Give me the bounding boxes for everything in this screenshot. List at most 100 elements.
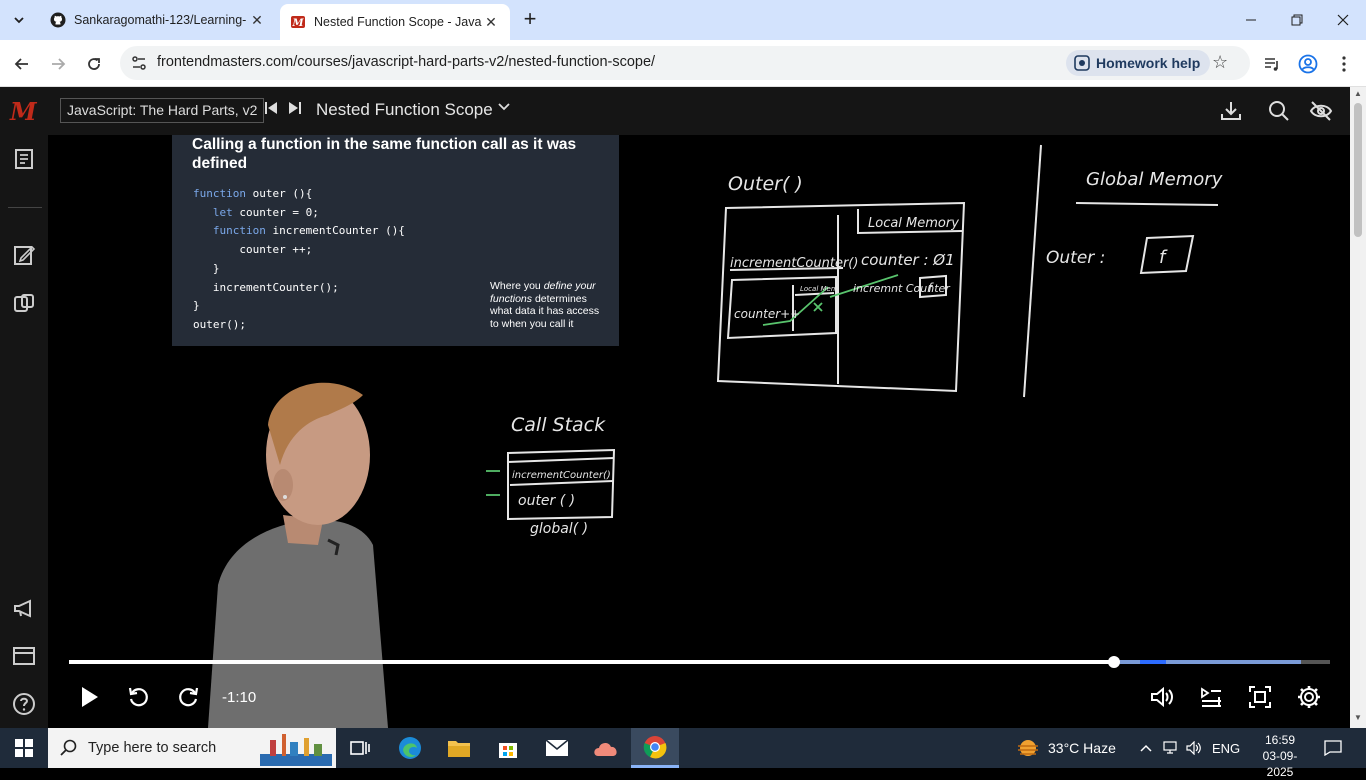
store-app[interactable]	[484, 728, 532, 768]
new-tab-button[interactable]: +	[518, 8, 542, 32]
local-memory-label: Local Memory	[868, 216, 959, 231]
settings-button[interactable]	[1296, 684, 1322, 710]
lesson-title[interactable]: Nested Function Scope	[316, 100, 493, 120]
network-button[interactable]	[1163, 728, 1179, 768]
playlist-button[interactable]	[1198, 684, 1224, 710]
store-icon	[499, 743, 517, 758]
window-button[interactable]	[12, 644, 36, 668]
picture-in-picture-button[interactable]	[1247, 684, 1273, 710]
forward-button[interactable]	[175, 684, 201, 710]
help-button[interactable]	[12, 692, 36, 716]
task-view-icon	[350, 741, 370, 755]
document-icon	[15, 149, 33, 169]
language-indicator[interactable]: ENG	[1212, 728, 1240, 768]
arrow-right-icon	[52, 58, 66, 70]
notes-button[interactable]	[12, 243, 36, 267]
minimize-button[interactable]	[1228, 0, 1274, 40]
weather-widget[interactable]: 33°C Haze	[1016, 728, 1116, 768]
sidebar-divider	[8, 207, 42, 208]
eye-off-icon	[1309, 101, 1333, 121]
taskbar-search[interactable]: Type here to search	[48, 728, 336, 768]
task-view-button[interactable]	[336, 728, 384, 768]
start-button[interactable]	[0, 728, 48, 768]
scroll-down-icon[interactable]: ▼	[1354, 713, 1362, 722]
cloud-icon	[594, 742, 617, 756]
forward-button[interactable]	[44, 50, 72, 78]
counter-pp-label: counter++	[734, 307, 800, 321]
search-button[interactable]	[1267, 99, 1291, 123]
chrome-app[interactable]	[631, 728, 679, 768]
playlist-icon	[1201, 687, 1221, 707]
edge-icon	[399, 737, 421, 759]
volume-tray-button[interactable]	[1186, 728, 1202, 768]
tab-frontendmasters[interactable]: M Nested Function Scope - JavaSc ✕	[280, 4, 510, 40]
playlist-icon	[1265, 58, 1278, 71]
global-memory-label: Global Memory	[1086, 169, 1223, 190]
browser-toolbar: frontendmasters.com/courses/javascript-h…	[0, 40, 1366, 87]
hide-ui-button[interactable]	[1309, 99, 1333, 123]
browser-menu-button[interactable]	[1330, 50, 1358, 78]
download-button[interactable]	[1219, 99, 1243, 123]
increment-entry-label: incremnt Counter	[853, 282, 951, 295]
course-title-link[interactable]: JavaScript: The Hard Parts, v2	[60, 98, 265, 123]
counter-value-label: counter : Ø1	[861, 251, 955, 269]
volume-button[interactable]	[1149, 684, 1175, 710]
focus-mode-icon	[1249, 686, 1271, 708]
mail-app[interactable]	[533, 728, 581, 768]
taskbar-clock[interactable]: 16:59 03-09-2025	[1252, 732, 1308, 780]
reload-button[interactable]	[80, 50, 108, 78]
haze-sun-icon	[1018, 740, 1038, 756]
file-explorer-app[interactable]	[435, 728, 483, 768]
video-player[interactable]: Calling a function in the same function …	[48, 135, 1350, 728]
close-icon	[1337, 14, 1349, 26]
lens-icon	[1074, 55, 1090, 71]
edge-app[interactable]	[386, 728, 434, 768]
presenter-image	[208, 382, 388, 728]
close-window-button[interactable]	[1320, 0, 1366, 40]
tab-title: Nested Function Scope - JavaSc	[314, 15, 482, 29]
reload-icon	[88, 58, 100, 70]
play-icon	[82, 687, 98, 707]
restore-button[interactable]	[1274, 0, 1320, 40]
search-placeholder: Type here to search	[88, 740, 217, 756]
lessons-list-button[interactable]	[12, 147, 36, 171]
homework-help-button[interactable]: Homework help	[1066, 50, 1211, 76]
bookmark-star-icon[interactable]: ☆	[1212, 52, 1228, 73]
previous-lesson-button[interactable]	[264, 101, 278, 118]
address-bar[interactable]: frontendmasters.com/courses/javascript-h…	[120, 46, 1250, 80]
url-text: frontendmasters.com/courses/javascript-h…	[157, 54, 655, 70]
fast-forward-icon	[179, 687, 199, 707]
play-button[interactable]	[76, 684, 102, 710]
back-button[interactable]	[8, 50, 36, 78]
announcements-button[interactable]	[12, 596, 36, 620]
site-info-icon[interactable]	[130, 54, 148, 72]
progress-loaded	[1140, 660, 1166, 664]
skip-previous-icon	[265, 102, 277, 114]
media-controls-button[interactable]	[1258, 50, 1286, 78]
cloud-app[interactable]	[582, 728, 630, 768]
tab-close-icon[interactable]: ✕	[248, 12, 266, 29]
show-hidden-icons-button[interactable]	[1140, 728, 1152, 768]
progress-bar[interactable]	[69, 656, 1330, 668]
notifications-button[interactable]	[1324, 728, 1342, 768]
tab-search-button[interactable]	[6, 7, 32, 33]
tab-github[interactable]: Sankaragomathi-123/Learning- ✕	[40, 3, 276, 37]
scrollbar-thumb[interactable]	[1354, 103, 1362, 237]
page-scrollbar[interactable]: ▲ ▼	[1350, 87, 1366, 728]
help-icon	[13, 693, 35, 715]
more-vert-icon	[1342, 56, 1346, 72]
scroll-up-icon[interactable]: ▲	[1354, 89, 1362, 98]
transcript-button[interactable]	[12, 292, 36, 316]
frontend-masters-logo[interactable]: M	[10, 97, 37, 126]
rewind-button[interactable]	[126, 684, 152, 710]
next-lesson-button[interactable]	[288, 101, 302, 118]
lesson-dropdown-button[interactable]	[496, 99, 512, 120]
megaphone-icon	[14, 599, 31, 618]
arrow-left-icon	[14, 58, 28, 70]
profile-button[interactable]	[1294, 50, 1322, 78]
account-icon	[1298, 54, 1318, 74]
windows-icon	[15, 739, 33, 757]
tab-close-icon[interactable]: ✕	[482, 14, 500, 31]
browser-tab-strip: Sankaragomathi-123/Learning- ✕ M Nested …	[0, 0, 1366, 40]
call-stack-label: Call Stack	[511, 414, 606, 436]
